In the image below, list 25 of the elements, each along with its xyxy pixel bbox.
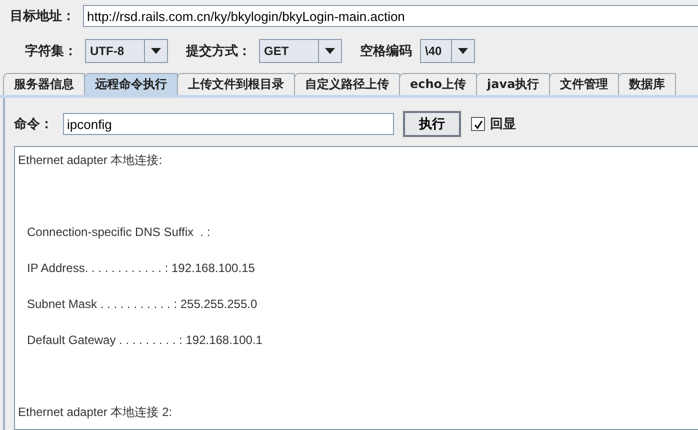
output-line: IP Address. . . . . . . . . . . . : 192.168.100.15 (26, 260, 256, 276)
option-label: 空格编码 (360, 42, 412, 60)
caret-icon (458, 48, 468, 54)
output-line: Subnet Mask . . . . . . . . . . . : 255.255.255.0 (26, 296, 258, 312)
target-label: 目标地址： (10, 8, 75, 25)
command-label: 命令： (14, 116, 53, 133)
option-combo[interactable]: UTF-8 (85, 39, 168, 63)
echo-label: 回显 (490, 116, 516, 133)
option-label: 提交方式： (186, 42, 251, 60)
run-button[interactable]: 执行 (403, 111, 461, 137)
output-line: Ethernet adapter 本地连接: (18, 152, 164, 168)
option-label: 字符集： (25, 42, 77, 60)
tab[interactable]: 远程命令执行 (84, 73, 178, 95)
caret-icon (325, 48, 335, 54)
echo-checkbox[interactable] (471, 117, 485, 131)
option-combo[interactable]: GET (259, 39, 342, 63)
output-line: Default Gateway . . . . . . . . . : 192.168.100.1 (26, 332, 264, 348)
command-field[interactable]: ipconfig (63, 113, 394, 135)
tab[interactable]: 服务器信息 (3, 73, 85, 95)
output-line: Connection-specific DNS Suffix . : (26, 224, 212, 240)
tab[interactable]: 数据库 (618, 73, 676, 95)
output-line: Ethernet adapter 本地连接 2: (18, 404, 174, 420)
caret-icon (151, 48, 161, 54)
option-combo[interactable]: \40 (420, 39, 475, 63)
url-field[interactable]: http://rsd.rails.com.cn/ky/bkylogin/bkyLogin-main.action (83, 5, 698, 27)
